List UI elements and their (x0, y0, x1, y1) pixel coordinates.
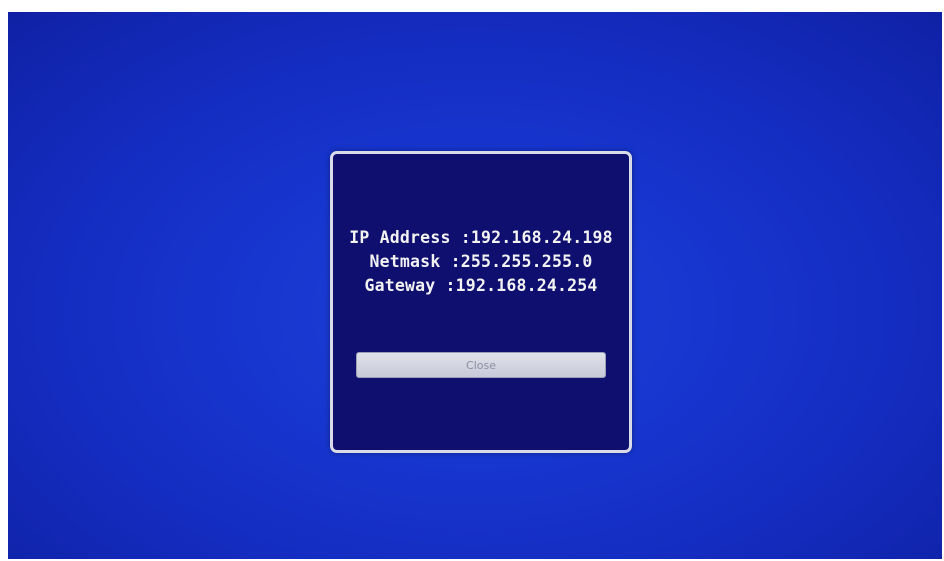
gateway-value: 192.168.24.254 (455, 276, 598, 295)
monitor-screen: IP Address :192.168.24.198 Netmask :255.… (8, 12, 942, 559)
ip-address-label: IP Address (349, 228, 451, 247)
netmask-label: Netmask (369, 252, 441, 271)
photo-frame: IP Address :192.168.24.198 Netmask :255.… (0, 0, 944, 561)
ip-address-row: IP Address :192.168.24.198 (349, 228, 613, 247)
gateway-label: Gateway (364, 276, 436, 295)
close-button[interactable]: Close (356, 352, 606, 378)
netmask-row: Netmask :255.255.255.0 (369, 252, 593, 271)
gateway-row: Gateway :192.168.24.254 (364, 276, 598, 295)
netmask-value: 255.255.255.0 (460, 252, 593, 271)
ip-address-value: 192.168.24.198 (470, 228, 613, 247)
network-info: IP Address :192.168.24.198 Netmask :255.… (333, 226, 629, 298)
network-info-dialog: IP Address :192.168.24.198 Netmask :255.… (330, 151, 632, 453)
